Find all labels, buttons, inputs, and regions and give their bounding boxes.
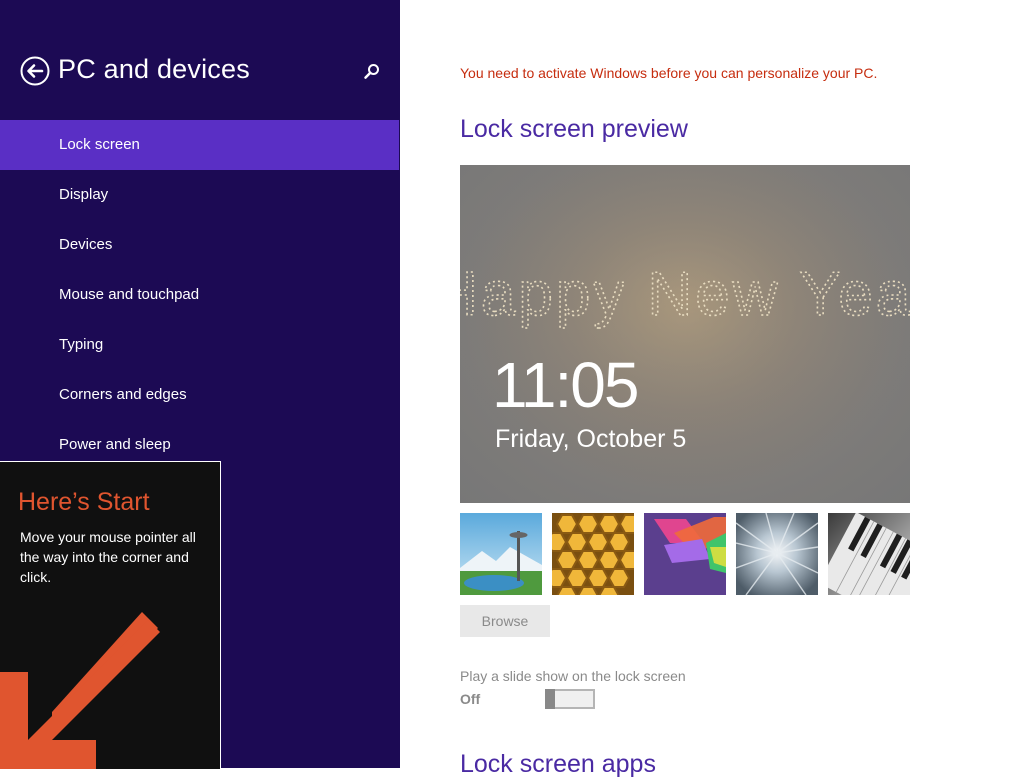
search-icon [364,64,379,79]
nav-item-devices[interactable]: Devices [0,220,399,270]
lock-screen-preview: Happy New Year 11:05 Friday, October 5 [460,165,910,503]
start-tip-title: Here’s Start [18,488,150,516]
lock-screen-apps-heading: Lock screen apps [460,750,656,778]
preview-date: Friday, October 5 [495,425,687,453]
thumbnail-colored-shapes[interactable] [644,513,726,595]
thumbnail-honeycomb[interactable] [552,513,634,595]
nav-item-corners-and-edges[interactable]: Corners and edges [0,370,399,420]
back-arrow-icon [20,56,50,86]
slideshow-toggle-state: Off [460,691,481,707]
thumbnail-motion-blur[interactable] [736,513,818,595]
nav-item-display[interactable]: Display [0,170,399,220]
lock-screen-preview-heading: Lock screen preview [460,115,688,143]
nav-item-lock-screen[interactable]: Lock screen [0,120,399,170]
nav-item-mouse-and-touchpad[interactable]: Mouse and touchpad [0,270,399,320]
arrow-down-left-icon [0,612,160,769]
start-tip: Here’s Start Move your mouse pointer all… [0,461,221,769]
back-button[interactable] [20,56,50,86]
thumbnail-piano-keys[interactable] [828,513,910,595]
activation-warning: You need to activate Windows before you … [460,65,878,81]
slideshow-toggle[interactable] [545,689,595,709]
start-tip-body: Move your mouse pointer all the way into… [20,529,196,585]
preview-image-text: Happy New Year [460,260,910,329]
browse-button[interactable]: Browse [460,605,550,637]
settings-nav-list: Lock screen Display Devices Mouse and touch… [0,120,399,470]
background-thumbnails [460,513,910,595]
nav-item-typing[interactable]: Typing [0,320,399,370]
preview-time: 11:05 [492,349,639,421]
pane-title: PC and devices [58,54,250,84]
slideshow-label: Play a slide show on the lock screen [460,668,686,684]
thumbnail-space-needle[interactable] [460,513,542,595]
search-button[interactable] [362,62,382,82]
toggle-thumb [545,689,555,709]
